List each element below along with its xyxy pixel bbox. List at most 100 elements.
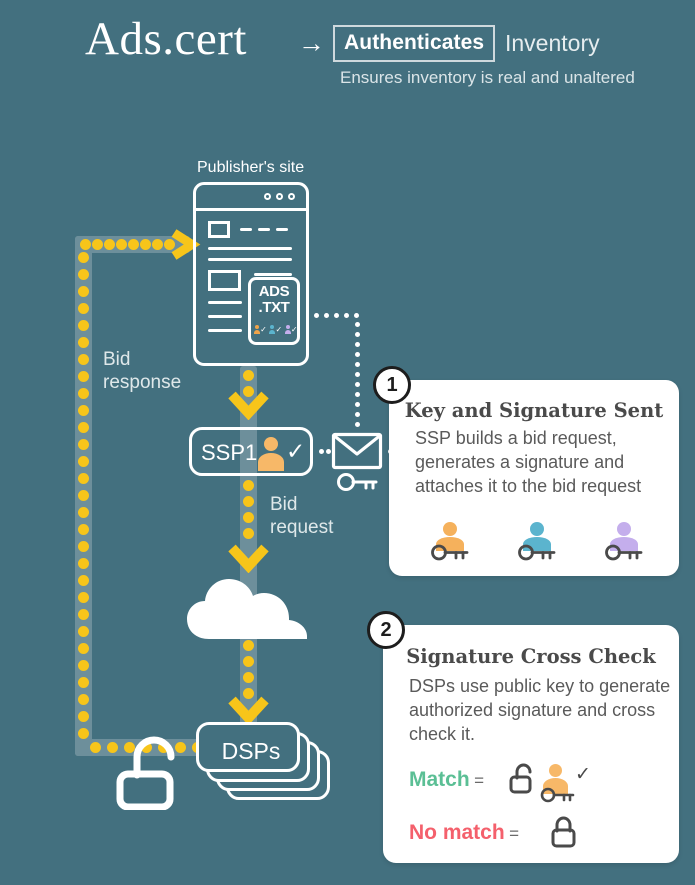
step-badge-1: 1 [373, 366, 411, 404]
closed-padlock-small-icon [551, 816, 579, 848]
match-row: Match = ✓ [409, 763, 659, 809]
flow-dot [78, 320, 89, 331]
flow-dot [78, 507, 89, 518]
authenticates-badge: Authenticates [333, 25, 496, 63]
ssp-check-icon: ✓ [286, 438, 306, 464]
flow-dot [243, 656, 254, 667]
window-dot-3 [288, 193, 295, 200]
flow-dot [78, 371, 89, 382]
flow-dot [243, 528, 254, 539]
ads-txt-line-2: .TXT [258, 299, 290, 316]
signature-dot [355, 362, 360, 367]
info-card-key-and-signature-sent: Key and Signature Sent SSP builds a bid … [389, 380, 679, 576]
publisher-site-window: ADS .TXT ✓ ✓ ✓ [193, 182, 309, 366]
signature-dot [355, 372, 360, 377]
info-card-signature-cross-check: Signature Cross Check DSPs use public ke… [383, 625, 679, 863]
match-key-icon [540, 787, 576, 803]
flow-dot [78, 609, 89, 620]
match-check-icon: ✓ [575, 764, 591, 785]
flow-dot [152, 239, 163, 250]
flow-dot [243, 640, 254, 651]
flow-dot [78, 660, 89, 671]
ssp-label: SSP1 [201, 440, 258, 465]
flow-arrowhead-down-3 [227, 695, 270, 725]
content-line-3 [254, 273, 292, 276]
match-equals: = [474, 771, 485, 790]
signature-dot [355, 322, 360, 327]
ads-txt-authorized-sellers: ✓ ✓ ✓ [253, 322, 299, 338]
content-dash-2 [258, 228, 270, 231]
person-key-orange-icon [427, 522, 473, 562]
flow-dot [78, 711, 89, 722]
ads-txt-seller-2: ✓ [269, 325, 282, 338]
content-line-6 [208, 329, 242, 332]
flow-dot [78, 354, 89, 365]
bid-response-line-2: response [103, 372, 182, 394]
signature-dot [355, 342, 360, 347]
flow-arrowhead-down-1 [227, 390, 270, 420]
open-padlock-small-icon [509, 763, 537, 795]
flow-dot [78, 541, 89, 552]
flow-dot [78, 558, 89, 569]
signature-dot [355, 402, 360, 407]
no-match-equals: = [509, 824, 520, 843]
match-label: Match [409, 768, 470, 791]
cloud-icon [185, 573, 313, 641]
content-thumb-1 [208, 221, 230, 238]
window-titlebar [196, 185, 306, 211]
bid-request-label: Bid request [270, 493, 333, 539]
flow-arrowhead-down-2 [227, 543, 270, 573]
signature-dot [324, 313, 329, 318]
flow-dot [243, 480, 254, 491]
ads-txt-seller-1: ✓ [254, 325, 267, 338]
flow-dot [78, 728, 89, 739]
dsp-stack: DSPs [196, 722, 332, 802]
flow-dot [78, 422, 89, 433]
dsp-card-front: DSPs [196, 722, 300, 772]
flow-dot [78, 575, 89, 586]
signature-dot [334, 313, 339, 318]
content-line-2 [208, 258, 292, 261]
signature-dot [355, 392, 360, 397]
flow-dot [78, 626, 89, 637]
flow-dot [78, 269, 89, 280]
inventory-label: Inventory [505, 30, 600, 56]
flow-dot [140, 239, 151, 250]
signature-dot [355, 412, 360, 417]
flow-dot [78, 490, 89, 501]
no-match-row: No match = [409, 816, 659, 854]
signature-dot [314, 313, 319, 318]
key-icon [336, 472, 380, 492]
page-title: Ads.cert [85, 13, 247, 65]
content-line-4 [208, 301, 242, 304]
subtitle: Ensures inventory is real and unaltered [340, 68, 635, 87]
card-2-body: DSPs use public key to generate authoriz… [409, 676, 671, 744]
flow-dot [78, 286, 89, 297]
infographic-canvas: Ads.cert → Authenticates Inventory Ensur… [0, 0, 695, 885]
ssp-person-icon [258, 437, 284, 471]
flow-dot [243, 370, 254, 381]
flow-dot [78, 456, 89, 467]
content-dash-1 [240, 228, 252, 231]
flow-dot [243, 496, 254, 507]
ads-txt-file: ADS .TXT ✓ ✓ ✓ [248, 277, 300, 345]
bid-response-line-1: Bid [103, 349, 131, 370]
flow-dot [243, 512, 254, 523]
no-match-label: No match [409, 821, 505, 844]
card-1-person-key-icons [427, 522, 647, 562]
step-badge-2: 2 [367, 611, 405, 649]
card-1-title: Key and Signature Sent [404, 399, 664, 422]
person-key-blue-icon [514, 522, 560, 562]
ads-txt-seller-3: ✓ [284, 325, 298, 338]
content-thumb-2 [208, 270, 241, 291]
window-dot-2 [276, 193, 283, 200]
envelope-icon [331, 432, 383, 470]
flow-dot [116, 239, 127, 250]
flow-dot [243, 672, 254, 683]
window-dot-1 [264, 193, 271, 200]
signature-dot [344, 313, 349, 318]
bid-request-line-2: request [270, 517, 334, 539]
signature-dot [355, 422, 360, 427]
flow-dot [78, 524, 89, 535]
right-arrow-icon: → [298, 28, 325, 58]
